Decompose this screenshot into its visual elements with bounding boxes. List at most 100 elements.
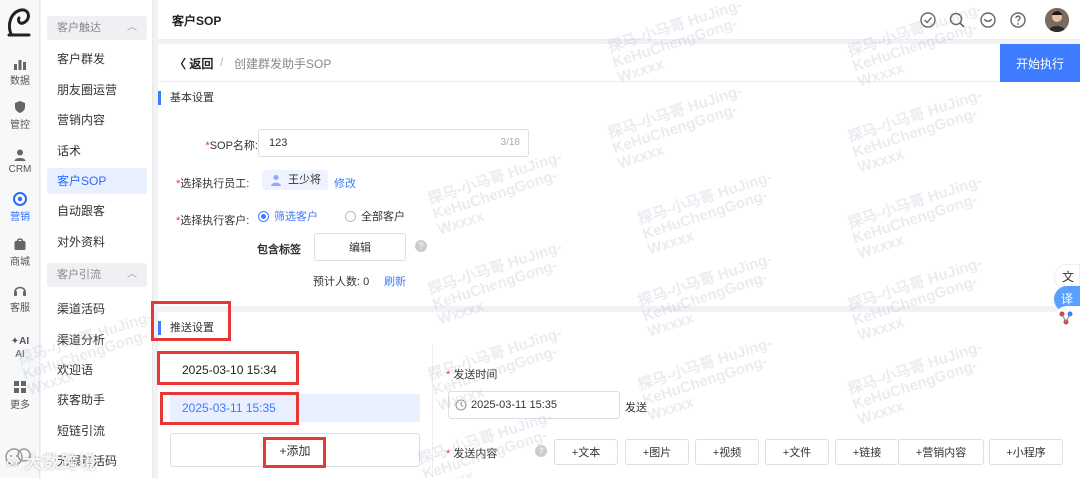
menu-item-auto-follow[interactable]: 自动跟客 bbox=[47, 198, 147, 224]
estimate-value: 0 bbox=[363, 276, 370, 288]
menu-item-channel-code[interactable]: 渠道活码 bbox=[47, 296, 147, 322]
send-suffix: 发送 bbox=[625, 402, 647, 414]
rail-item-service[interactable]: 客服 bbox=[0, 284, 40, 314]
modify-employee-link[interactable]: 修改 bbox=[334, 175, 356, 191]
svg-text:文: 文 bbox=[1062, 269, 1074, 284]
include-tags-label: 包含标签 bbox=[257, 244, 301, 256]
menu-group-customer-reach[interactable]: 客户触达 ︿ bbox=[47, 16, 147, 40]
rail-label: 数据 bbox=[10, 76, 30, 87]
check-circle-icon[interactable] bbox=[919, 11, 937, 29]
menu-item-acquisition-assistant[interactable]: 获客助手 bbox=[47, 387, 147, 413]
sop-name-label: *SOP名称: bbox=[188, 137, 258, 153]
breadcrumb-current: 创建群发助手SOP bbox=[234, 57, 332, 71]
menu-item-scripts[interactable]: 话术 bbox=[47, 138, 147, 164]
char-count: 3/18 bbox=[500, 137, 520, 148]
wechat-logo-icon: ∞ bbox=[6, 453, 25, 472]
app-logo-icon[interactable] bbox=[5, 6, 33, 38]
rail-label: AI bbox=[15, 349, 25, 360]
menu-item-marketing-content[interactable]: 营销内容 bbox=[47, 107, 147, 133]
chevron-up-icon: ︿ bbox=[127, 22, 137, 33]
label-text: 发送时间 bbox=[453, 369, 498, 381]
group-label: 客户引流 bbox=[57, 269, 101, 281]
back-link[interactable]: 〈 返回 bbox=[174, 55, 213, 72]
add-link-button[interactable]: +链接 bbox=[835, 439, 899, 465]
menu-item-channel-analysis[interactable]: 渠道分析 bbox=[47, 327, 147, 353]
menu-item-customer-sop[interactable]: 客户SOP bbox=[47, 168, 147, 194]
back-label: 返回 bbox=[189, 57, 214, 71]
help-icon[interactable] bbox=[1009, 11, 1027, 29]
shield-icon bbox=[15, 101, 25, 113]
rail-label: 商城 bbox=[10, 257, 30, 268]
brand-text: 大数跨境 bbox=[24, 453, 97, 472]
rail-label: 营销 bbox=[10, 212, 30, 223]
menu-item-external-material[interactable]: 对外资料 bbox=[47, 229, 147, 255]
highlight-box bbox=[151, 301, 231, 341]
help-icon[interactable]: ? bbox=[415, 240, 427, 252]
send-content-label: * 发送内容 bbox=[446, 445, 497, 461]
required-mark: * bbox=[446, 369, 451, 381]
radio-label: 全部客户 bbox=[361, 211, 405, 223]
breadcrumb-separator: / bbox=[220, 55, 224, 69]
ai-icon: ✦AI bbox=[10, 336, 30, 347]
rail-item-control[interactable]: 管控 bbox=[0, 100, 40, 131]
label-text: SOP名称: bbox=[209, 140, 258, 152]
add-video-button[interactable]: +视频 bbox=[695, 439, 759, 465]
radio-all-customers[interactable]: 全部客户 bbox=[345, 210, 405, 224]
section-basic-settings: 基本设置 bbox=[158, 90, 214, 106]
employee-tag: 王少将 bbox=[262, 170, 328, 190]
page-title: 客户SOP bbox=[172, 14, 222, 28]
add-marketing-content-button[interactable]: +营销内容 bbox=[898, 439, 984, 465]
sop-name-input[interactable]: 123 3/18 bbox=[258, 129, 529, 157]
radio-dot bbox=[258, 211, 269, 222]
bar-chart-icon bbox=[14, 60, 26, 70]
search-icon[interactable] bbox=[948, 11, 966, 29]
rail-item-more[interactable]: 更多 bbox=[0, 380, 40, 411]
help-icon[interactable]: ? bbox=[535, 445, 547, 457]
menu-group-customer-acquisition[interactable]: 客户引流 ︿ bbox=[47, 263, 147, 287]
vertical-divider bbox=[432, 344, 433, 478]
chat-icon[interactable] bbox=[979, 11, 997, 29]
clock-icon bbox=[455, 399, 467, 411]
menu-item-group-send[interactable]: 客户群发 bbox=[47, 46, 147, 72]
add-mini-program-button[interactable]: +小程序 bbox=[989, 439, 1063, 465]
edit-tags-button[interactable]: 编辑 bbox=[314, 233, 406, 261]
shop-icon bbox=[14, 238, 26, 250]
target-icon bbox=[13, 192, 27, 206]
start-execute-button[interactable]: 开始执行 bbox=[1000, 44, 1080, 82]
rail-label: CRM bbox=[8, 164, 32, 175]
rail-item-marketing[interactable]: 营销 bbox=[0, 192, 40, 223]
menu-item-short-link[interactable]: 短链引流 bbox=[47, 418, 147, 444]
refresh-link[interactable]: 刷新 bbox=[384, 273, 406, 289]
label-text: 选择执行员工: bbox=[180, 178, 250, 190]
person-icon bbox=[271, 175, 281, 186]
rail-label: 管控 bbox=[10, 120, 30, 131]
menu-item-moments[interactable]: 朋友圈运营 bbox=[47, 77, 147, 103]
add-image-button[interactable]: +图片 bbox=[625, 439, 689, 465]
label-text: 发送内容 bbox=[453, 448, 498, 460]
estimate-label: 预计人数: 0 bbox=[313, 273, 369, 289]
send-time-value: 2025-03-11 15:35 bbox=[471, 399, 558, 411]
menu-item-welcome[interactable]: 欢迎语 bbox=[47, 357, 147, 383]
submenu: 客户触达 ︿ 客户群发 朋友圈运营 营销内容 话术 客户SOP 自动跟客 对外资… bbox=[41, 0, 153, 478]
rail-label: 更多 bbox=[10, 400, 30, 411]
network-icon bbox=[1059, 311, 1073, 325]
radio-filter-customers[interactable]: 筛选客户 bbox=[258, 210, 318, 224]
top-bar: 客户SOP bbox=[158, 0, 1080, 40]
rail-item-ai[interactable]: ✦AI AI bbox=[0, 336, 40, 360]
rail-item-crm[interactable]: CRM bbox=[0, 148, 40, 175]
chevron-up-icon: ︿ bbox=[127, 269, 137, 280]
add-text-button[interactable]: +文本 bbox=[554, 439, 618, 465]
network-tool[interactable] bbox=[1054, 306, 1080, 332]
send-time-picker[interactable]: 2025-03-11 15:35 bbox=[448, 391, 620, 419]
customer-label: *选择执行客户: bbox=[176, 212, 249, 228]
headset-icon bbox=[14, 286, 26, 296]
rail-label: 客服 bbox=[10, 303, 30, 314]
add-file-button[interactable]: +文件 bbox=[765, 439, 829, 465]
breadcrumb: 〈 返回 / 创建群发助手SOP 开始执行 bbox=[158, 44, 1080, 82]
avatar[interactable] bbox=[1045, 8, 1069, 32]
rail-item-shop[interactable]: 商城 bbox=[0, 238, 40, 268]
highlight-box bbox=[263, 437, 326, 468]
employee-name: 王少将 bbox=[288, 174, 321, 186]
label-text: 预计人数: bbox=[313, 276, 361, 288]
rail-item-data[interactable]: 数据 bbox=[0, 58, 40, 87]
